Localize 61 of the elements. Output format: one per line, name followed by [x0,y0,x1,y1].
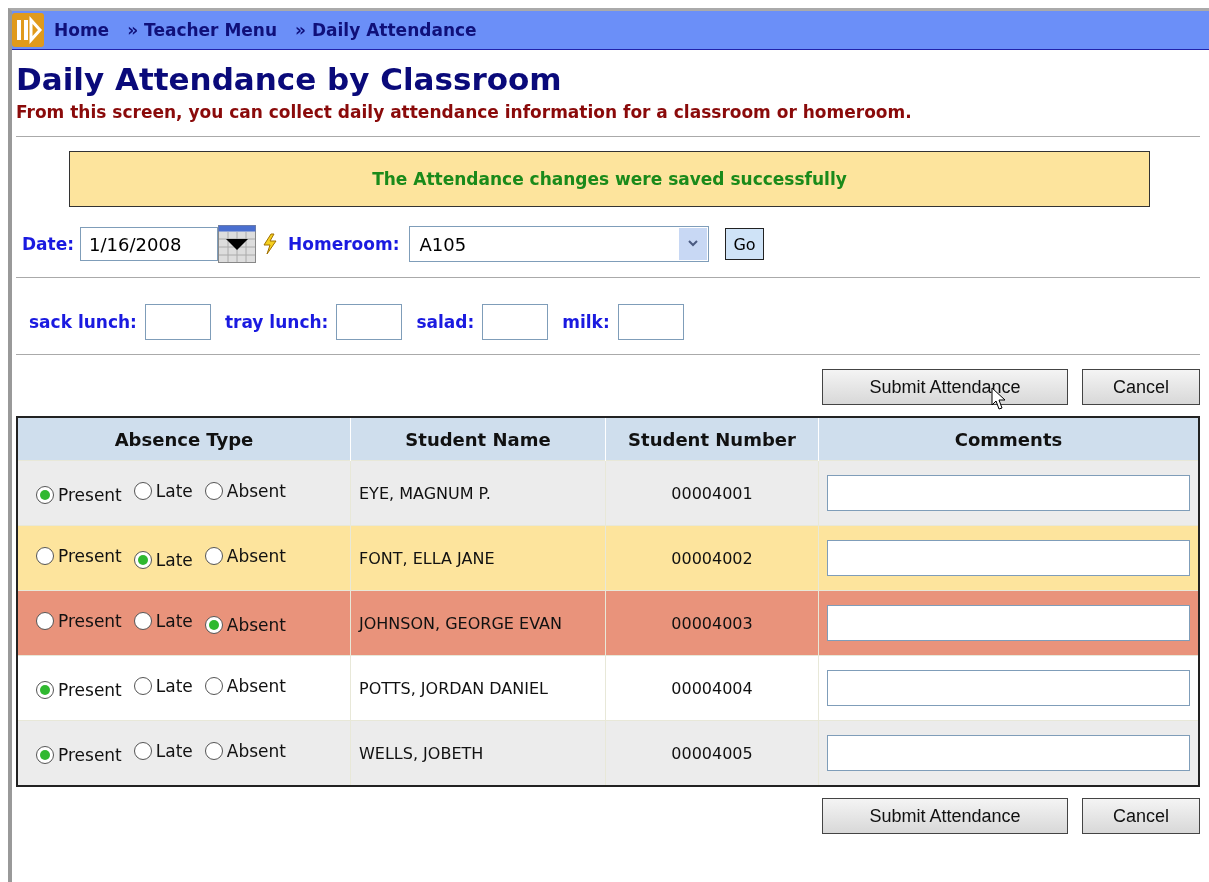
lunch-count-field[interactable] [144,304,211,340]
chevron-down-icon [679,228,708,260]
student-number-cell: 00004003 [605,590,819,656]
page-title: Daily Attendance by Classroom [16,60,563,98]
lunch-count-label: tray lunch: [224,312,329,332]
student-name-cell: POTTS, JORDAN DANIEL [350,655,606,721]
breadcrumb-link[interactable]: Home [54,20,110,40]
absence-type-radio[interactable]: Present [36,485,122,505]
comment-field[interactable] [827,475,1190,511]
column-header: Student Number [605,417,819,461]
student-number-cell: 00004004 [605,655,819,721]
absence-type-radio[interactable]: Present [36,546,122,566]
cancel-button[interactable]: Cancel [1082,798,1200,834]
cancel-button[interactable]: Cancel [1082,369,1200,405]
student-number-cell: 00004005 [605,720,819,786]
submit-attendance-button[interactable]: Submit Attendance [822,369,1068,405]
absence-type-radio[interactable]: Absent [204,615,286,635]
page-description: From this screen, you can collect daily attendance information for a classroom or homeroom. [16,102,913,122]
lunch-count-label: salad: [416,312,475,332]
absence-type-radio[interactable]: Absent [204,676,286,696]
homeroom-dropdown[interactable]: A105 [409,226,710,262]
student-name-cell: FONT, ELLA JANE [350,525,606,591]
lunch-count-label: sack lunch: [29,312,137,332]
column-header: Absence Type [17,417,351,461]
homeroom-label: Homeroom: [288,234,400,254]
comment-field[interactable] [827,540,1190,576]
comment-field[interactable] [827,605,1190,641]
column-header: Comments [818,417,1199,461]
absence-type-radio[interactable]: Late [133,676,193,696]
absence-type-radio[interactable]: Late [133,481,193,501]
absence-type-radio[interactable]: Present [36,611,122,631]
lunch-count-field[interactable] [336,304,403,340]
student-name-cell: EYE, MAGNUM P. [350,460,606,526]
lunch-count-label: milk: [562,312,610,332]
absence-type-radio[interactable]: Present [36,680,122,700]
student-name-cell: WELLS, JOBETH [350,720,606,786]
date-label: Date: [22,234,75,254]
lightning-icon[interactable] [262,233,279,255]
breadcrumb-link[interactable]: » Teacher Menu [127,20,278,40]
submit-attendance-button[interactable]: Submit Attendance [822,798,1068,834]
go-button[interactable]: Go [725,228,764,260]
student-number-cell: 00004001 [605,460,819,526]
comment-field[interactable] [827,735,1190,771]
column-header: Student Name [350,417,606,461]
student-number-cell: 00004002 [605,525,819,591]
lunch-count-field[interactable] [482,304,549,340]
student-name-cell: JOHNSON, GEORGE EVAN [350,590,606,656]
comment-field[interactable] [827,670,1190,706]
absence-type-radio[interactable]: Absent [204,481,286,501]
absence-type-radio[interactable]: Late [133,550,193,570]
breadcrumb-link[interactable]: » Daily Attendance [295,20,477,40]
absence-type-radio[interactable]: Absent [204,546,286,566]
logo-icon [12,13,44,47]
success-message: The Attendance changes were saved successfully [69,151,1150,207]
absence-type-radio[interactable]: Late [133,741,193,761]
absence-type-radio[interactable]: Late [133,611,193,631]
lunch-count-field[interactable] [617,304,684,340]
absence-type-radio[interactable]: Present [36,745,122,765]
absence-type-radio[interactable]: Absent [204,741,286,761]
calendar-icon[interactable] [218,225,257,263]
date-field[interactable]: 1/16/2008 [80,227,219,261]
